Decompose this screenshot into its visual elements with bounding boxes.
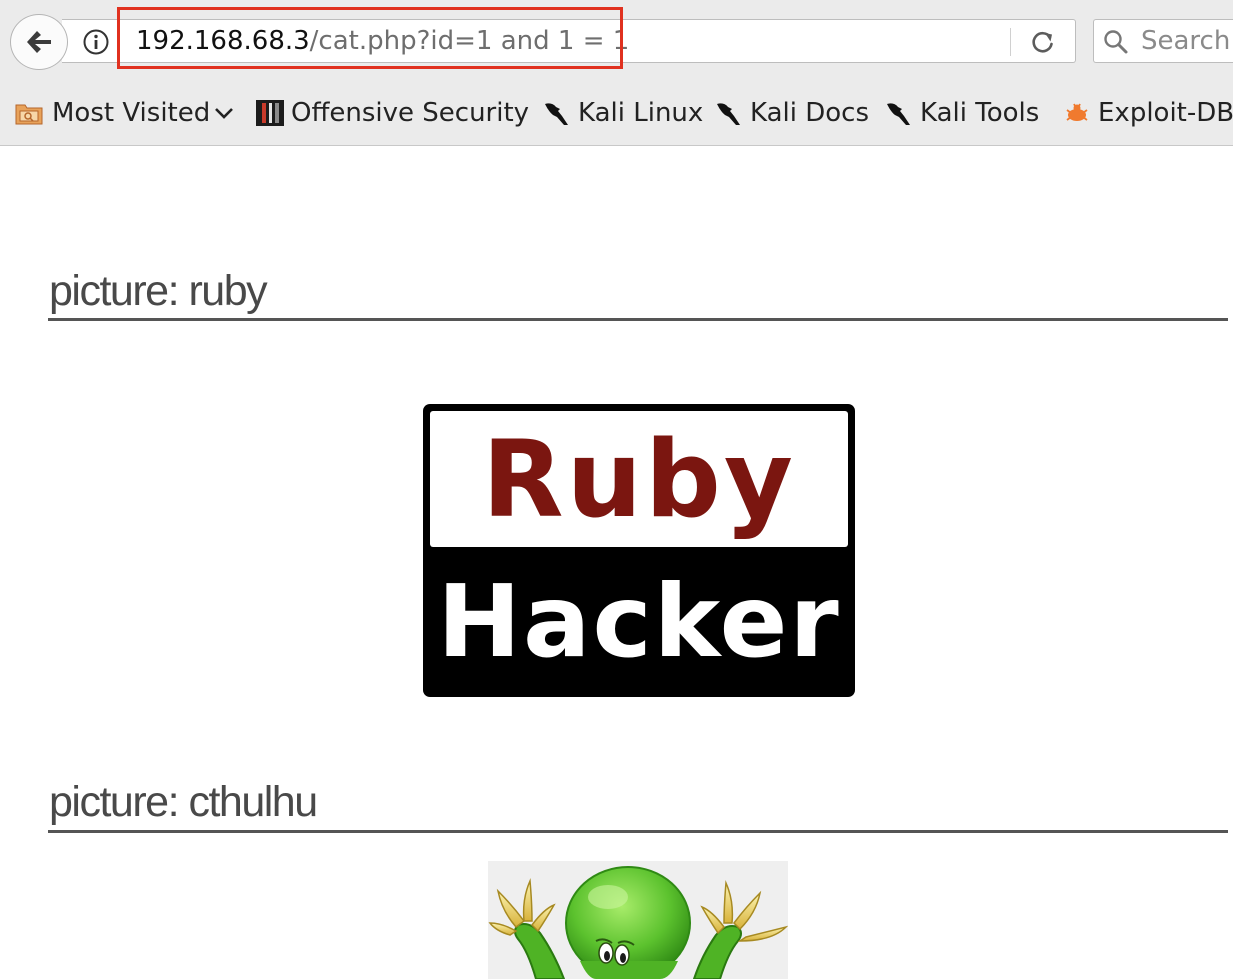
title-divider	[48, 830, 1228, 833]
bookmark-label: Most Visited	[52, 98, 211, 128]
bookmark-kali-tools[interactable]: Kali Tools	[884, 93, 1039, 133]
bookmark-label: Kali Linux	[578, 98, 704, 128]
cthulhu-illustration	[488, 866, 788, 979]
browser-toolbar: 192.168.68.3/cat.php?id=1 and 1 = 1 Sear…	[0, 0, 1233, 84]
cthulhu-image	[488, 861, 788, 979]
bookmark-label: Kali Tools	[920, 98, 1040, 128]
url-highlight-box	[117, 7, 623, 69]
bookmark-kali-linux[interactable]: Kali Linux	[542, 93, 703, 133]
reload-icon[interactable]	[1028, 27, 1058, 57]
bookmark-offensive-security[interactable]: Offensive Security	[255, 93, 529, 133]
ruby-logo-word: Ruby	[481, 418, 797, 541]
bookmark-label: Kali Docs	[750, 98, 870, 128]
bookmark-most-visited[interactable]: Most Visited	[14, 93, 236, 133]
bookmark-label: Offensive Security	[291, 98, 530, 128]
kali-dragon-icon	[545, 103, 568, 125]
bookmark-exploit-db[interactable]: Exploit-DB	[1062, 93, 1233, 133]
chevron-down-icon	[215, 108, 234, 119]
address-bar-separator	[1010, 28, 1011, 56]
back-button[interactable]	[10, 14, 68, 70]
search-icon	[1104, 30, 1128, 54]
search-placeholder: Search	[1141, 26, 1231, 56]
bookmarks-bar: Most Visited Offensive Security Kali Lin…	[0, 84, 1233, 146]
title-divider	[48, 318, 1228, 321]
search-bar[interactable]: Search	[1093, 19, 1233, 63]
kali-dragon-icon	[717, 103, 740, 125]
picture-title: picture: ruby	[49, 267, 268, 315]
kali-dragon-icon	[887, 103, 910, 125]
ruby-hacker-image: Ruby Hacker	[423, 404, 855, 697]
offensive-security-icon	[256, 100, 284, 126]
picture-title: picture: cthulhu	[49, 778, 318, 826]
folder-icon	[15, 104, 43, 125]
bookmark-label: Exploit-DB	[1098, 98, 1233, 128]
exploit-db-bug-icon	[1066, 103, 1088, 121]
ruby-logo-top-panel: Ruby	[430, 411, 848, 547]
info-icon[interactable]	[82, 28, 110, 56]
hacker-logo-word: Hacker	[437, 563, 841, 680]
bookmark-kali-docs[interactable]: Kali Docs	[714, 93, 869, 133]
arrow-left-icon	[27, 31, 51, 53]
